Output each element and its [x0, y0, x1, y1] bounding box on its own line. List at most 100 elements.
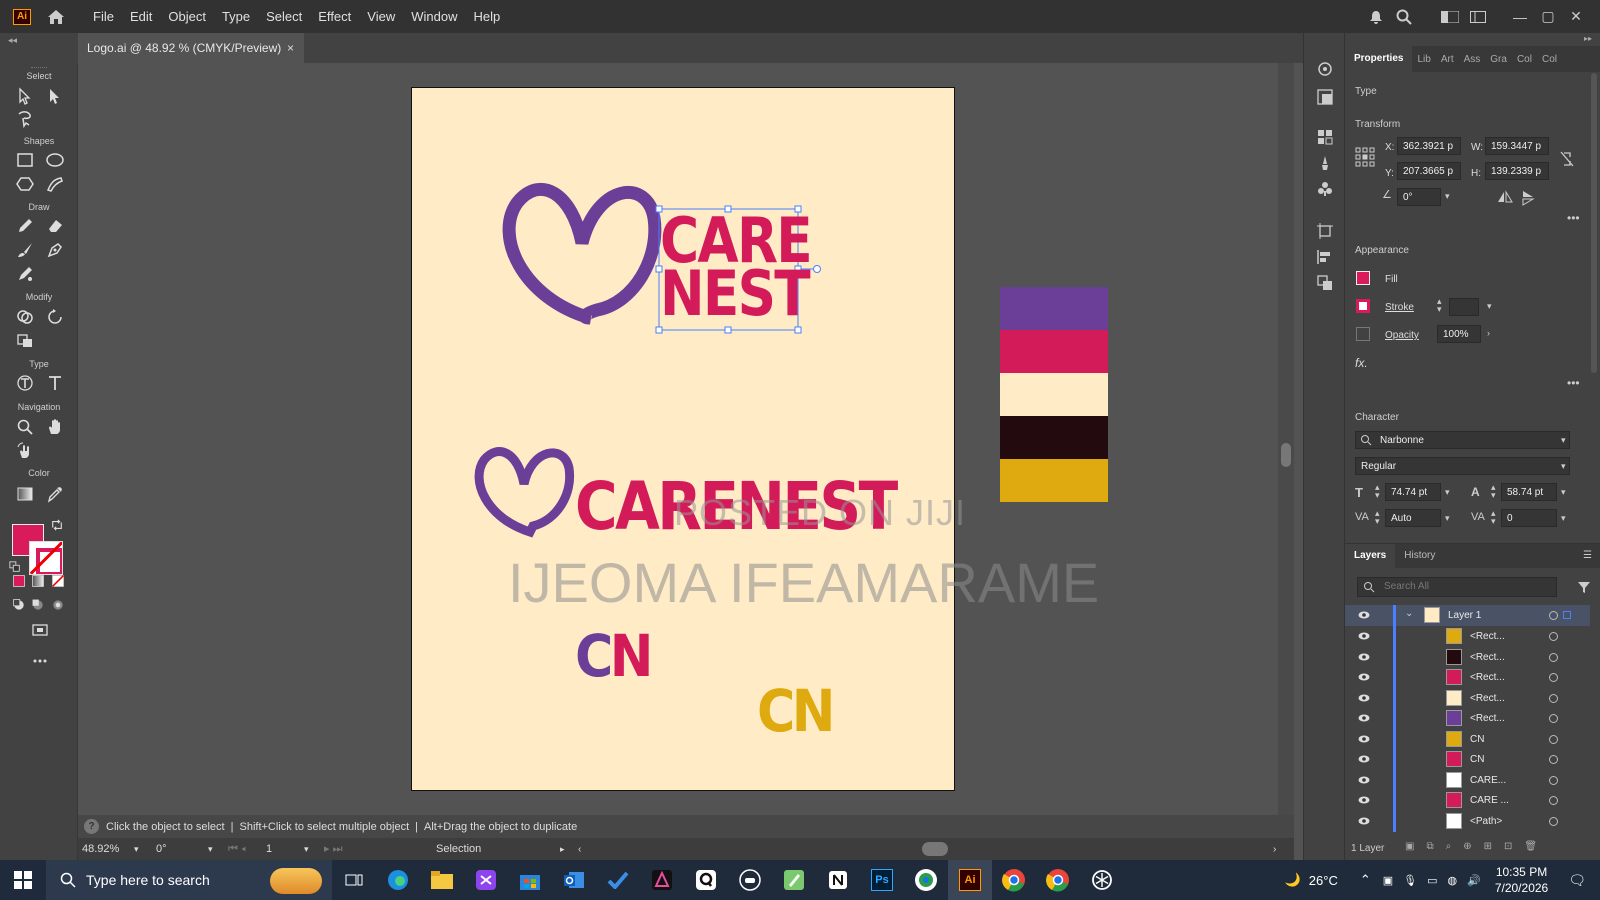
- blob-brush-tool-icon[interactable]: [14, 263, 36, 285]
- artboards-panel-icon[interactable]: [1315, 221, 1335, 241]
- tray-expand-icon[interactable]: ⌃: [1360, 872, 1371, 888]
- layer-target-icon[interactable]: [1549, 775, 1558, 785]
- opacity-arrow-icon[interactable]: ›: [1487, 328, 1490, 338]
- hand-tool-icon[interactable]: [44, 416, 66, 438]
- filter-icon[interactable]: [1577, 580, 1591, 597]
- notes-icon[interactable]: [772, 860, 816, 900]
- properties-scrollbar[interactable]: [1591, 73, 1597, 373]
- battery-icon[interactable]: ▭: [1427, 874, 1437, 887]
- font-style-field[interactable]: Regular: [1355, 457, 1570, 475]
- tab-gradient[interactable]: Gra: [1485, 54, 1512, 65]
- appearance-stroke-swatch[interactable]: [1356, 299, 1370, 313]
- font-size-stepper[interactable]: ▴ ▾: [1375, 483, 1380, 500]
- tracking-dropdown-icon[interactable]: ▾: [1561, 513, 1566, 524]
- stroke-label[interactable]: Stroke: [1385, 302, 1414, 313]
- swatches-panel-icon[interactable]: [1315, 127, 1335, 147]
- live-paint-tool-icon[interactable]: [14, 329, 36, 351]
- palette-swatch-dark[interactable]: [1000, 416, 1108, 459]
- draw-inside-icon[interactable]: [47, 594, 69, 616]
- tab-properties[interactable]: Properties: [1345, 46, 1413, 72]
- swap-fill-stroke-icon[interactable]: [50, 518, 64, 532]
- vertical-scrollbar[interactable]: [1278, 63, 1294, 815]
- layer-row[interactable]: <Rect...: [1345, 667, 1590, 688]
- palette-swatch-magenta[interactable]: [1000, 330, 1108, 373]
- more-transform-options-icon[interactable]: •••: [1567, 211, 1580, 225]
- selection-tool-icon[interactable]: [14, 85, 36, 107]
- layer-row[interactable]: <Rect...: [1345, 708, 1590, 729]
- artboard-number-field[interactable]: 1: [266, 840, 306, 858]
- stroke-weight-dropdown-icon[interactable]: ▾: [1487, 301, 1492, 312]
- first-artboard-icon[interactable]: ⏮ ◂: [228, 840, 246, 858]
- affinity-icon[interactable]: [640, 860, 684, 900]
- game-controller-icon[interactable]: [728, 860, 772, 900]
- document-tab[interactable]: Logo.ai @ 48.92 % (CMYK/Preview) ×: [78, 33, 304, 63]
- font-family-field[interactable]: Narbonne: [1355, 431, 1570, 449]
- pathfinder-panel-icon[interactable]: [1315, 273, 1335, 293]
- canvas-area[interactable]: CARE NEST CARENEST POSTED ON JIJI IJEOMA…: [78, 63, 1294, 815]
- visibility-eye-icon[interactable]: [1358, 609, 1370, 621]
- palette-swatch-cream[interactable]: [1000, 373, 1108, 416]
- tab-history[interactable]: History: [1395, 544, 1444, 568]
- tab-color[interactable]: Col: [1512, 54, 1537, 65]
- photoshop-icon[interactable]: Ps: [860, 860, 904, 900]
- chrome-icon[interactable]: [992, 860, 1036, 900]
- stroke-weight-field[interactable]: [1449, 298, 1479, 316]
- rotation-dropdown-icon[interactable]: ▾: [208, 840, 213, 858]
- gradient-mode-icon[interactable]: [27, 570, 49, 592]
- layer-target-icon[interactable]: [1549, 693, 1558, 703]
- rotate-handle[interactable]: [813, 265, 821, 273]
- store-icon[interactable]: [508, 860, 552, 900]
- menu-view[interactable]: View: [359, 9, 403, 24]
- layer-row[interactable]: CARE ...: [1345, 790, 1590, 811]
- tracking-stepper[interactable]: ▴ ▾: [1491, 509, 1496, 526]
- close-window-button[interactable]: ✕: [1562, 8, 1590, 25]
- pencil-tool-icon[interactable]: [14, 215, 36, 237]
- edit-toolbar-more-icon[interactable]: [29, 650, 51, 672]
- outlook-icon[interactable]: [552, 860, 596, 900]
- rotate-view-tool-icon[interactable]: [14, 440, 36, 462]
- cn-monogram-purple[interactable]: CN: [575, 627, 653, 685]
- reference-point-icon[interactable]: [1355, 147, 1375, 167]
- kerning-dropdown-icon[interactable]: ▾: [1445, 513, 1450, 524]
- chrome-profile-icon[interactable]: [904, 860, 948, 900]
- gradient-tool-icon[interactable]: [14, 483, 36, 505]
- layers-menu-icon[interactable]: ☰: [1583, 550, 1592, 561]
- x-position-field[interactable]: 362.3921 p: [1397, 137, 1461, 155]
- minimize-button[interactable]: —: [1506, 9, 1534, 25]
- rotate-tool-icon[interactable]: [44, 306, 66, 328]
- layer-row[interactable]: CARE...: [1345, 769, 1590, 791]
- notion-icon[interactable]: [816, 860, 860, 900]
- menu-help[interactable]: Help: [465, 9, 508, 24]
- layer-expand-icon[interactable]: ⌄: [1405, 608, 1413, 619]
- visibility-eye-icon[interactable]: [1358, 774, 1370, 786]
- menu-type[interactable]: Type: [214, 9, 258, 24]
- scroll-left-icon[interactable]: ‹: [578, 840, 581, 858]
- layer-target-icon[interactable]: [1549, 611, 1558, 620]
- none-mode-icon[interactable]: [47, 570, 69, 592]
- layer-row[interactable]: <Rect...: [1345, 687, 1590, 709]
- appearance-fill-swatch[interactable]: [1356, 271, 1370, 285]
- layer-row[interactable]: <Rect...: [1345, 626, 1590, 647]
- vertical-scrollbar-thumb[interactable]: [1281, 443, 1291, 467]
- zoom-tool-icon[interactable]: [14, 416, 36, 438]
- menu-object[interactable]: Object: [160, 9, 214, 24]
- status-menu-arrow-icon[interactable]: ▸: [560, 840, 565, 858]
- heart-logo-small[interactable]: [474, 447, 575, 538]
- menu-select[interactable]: Select: [258, 9, 310, 24]
- help-icon[interactable]: ?: [84, 819, 99, 834]
- leading-stepper[interactable]: ▴ ▾: [1491, 483, 1496, 500]
- align-panel-icon[interactable]: [1315, 247, 1335, 267]
- tab-color-guide[interactable]: Col: [1537, 54, 1562, 65]
- direct-selection-tool-icon[interactable]: [44, 85, 66, 107]
- more-appearance-options-icon[interactable]: •••: [1567, 376, 1580, 390]
- chatgpt-icon[interactable]: [1080, 860, 1124, 900]
- task-view-icon[interactable]: [332, 860, 376, 900]
- menu-file[interactable]: File: [85, 9, 122, 24]
- visibility-eye-icon[interactable]: [1358, 671, 1370, 683]
- layer-target-icon[interactable]: [1549, 632, 1558, 641]
- toolbar-grip[interactable]: [31, 67, 47, 69]
- microphone-icon[interactable]: 🎙: [1403, 874, 1417, 887]
- horizontal-scrollbar-thumb[interactable]: [922, 842, 948, 856]
- rotation-angle-field[interactable]: 0°: [1397, 188, 1441, 206]
- symbols-panel-icon[interactable]: [1315, 179, 1335, 199]
